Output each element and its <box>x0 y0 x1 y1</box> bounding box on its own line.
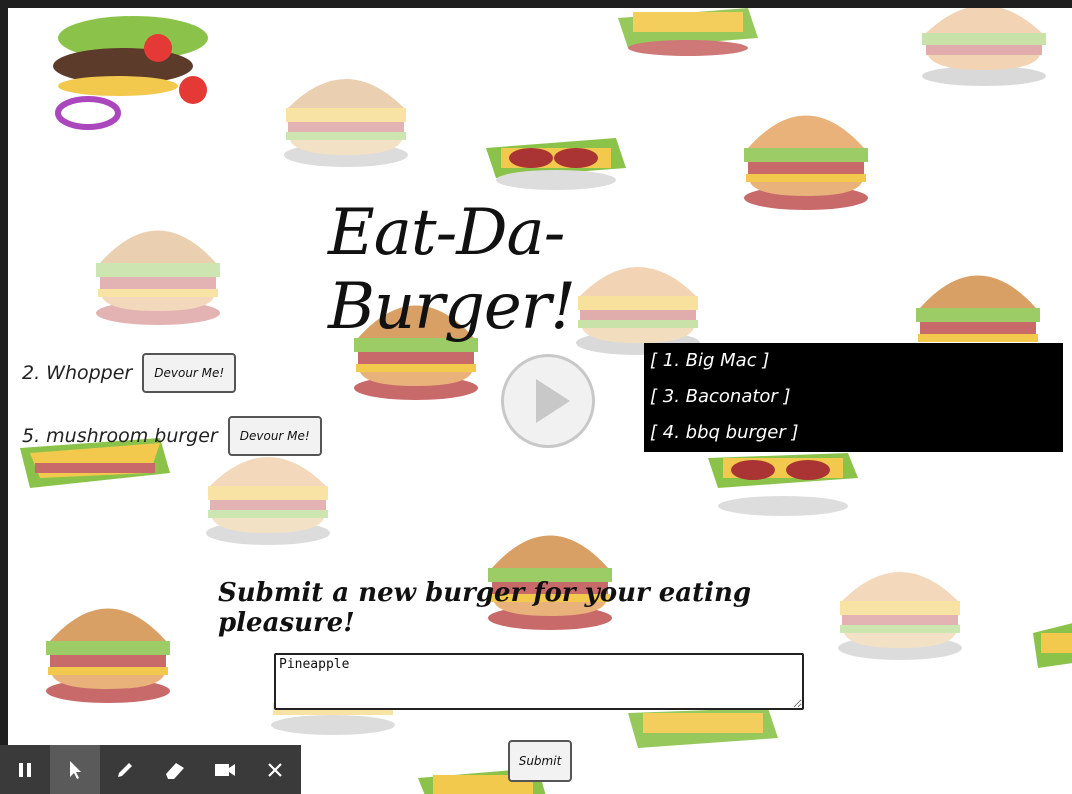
camera-icon <box>215 763 235 776</box>
burger-image <box>708 453 858 516</box>
pen-tool-button[interactable] <box>100 745 150 794</box>
list-item: [ 1. Big Mac ] <box>650 350 770 371</box>
recording-toolbar <box>0 745 301 794</box>
burger-name-input[interactable] <box>274 653 804 710</box>
list-item: [ 4. bbq burger ] <box>650 422 799 443</box>
devoured-list: [ 1. Big Mac ] [ 3. Baconator ] [ 4. bbq… <box>644 343 1063 452</box>
pause-button[interactable] <box>0 745 50 794</box>
burger-image <box>744 115 868 210</box>
burger-image <box>486 138 626 190</box>
burger-name: 5. mushroom burger <box>22 425 218 447</box>
burger-image <box>618 8 758 56</box>
burger-image <box>628 708 778 748</box>
page-title: Eat-Da-Burger! <box>328 196 576 344</box>
form-heading: Submit a new burger for your eating plea… <box>218 578 752 638</box>
burger-image-topleft <box>53 16 208 130</box>
close-icon <box>268 762 282 777</box>
burger-image <box>922 8 1046 86</box>
play-button[interactable] <box>501 354 595 448</box>
devour-button[interactable]: Devour Me! <box>227 416 322 456</box>
pen-icon <box>118 762 132 777</box>
submit-button[interactable]: Submit <box>508 740 572 782</box>
eraser-icon <box>166 762 184 779</box>
burger-image <box>1033 623 1072 668</box>
play-icon <box>536 379 570 423</box>
burger-image <box>284 79 408 167</box>
devour-button[interactable]: Devour Me! <box>142 353 237 393</box>
list-item: 5. mushroom burger Devour Me! <box>22 416 322 456</box>
eraser-tool-button[interactable] <box>150 745 200 794</box>
pointer-tool-button[interactable] <box>50 745 100 794</box>
list-item: [ 3. Baconator ] <box>650 386 791 407</box>
close-button[interactable] <box>250 745 300 794</box>
page: Eat-Da-Burger! 2. Whopper Devour Me! 5. … <box>8 8 1072 794</box>
list-item: 2. Whopper Devour Me! <box>22 353 237 393</box>
burger-name: 2. Whopper <box>22 362 133 384</box>
burger-image <box>916 275 1040 342</box>
pause-icon <box>19 762 31 777</box>
burger-image <box>96 230 220 325</box>
burger-image <box>46 608 170 703</box>
camera-button[interactable] <box>200 745 250 794</box>
pointer-icon <box>70 760 81 779</box>
